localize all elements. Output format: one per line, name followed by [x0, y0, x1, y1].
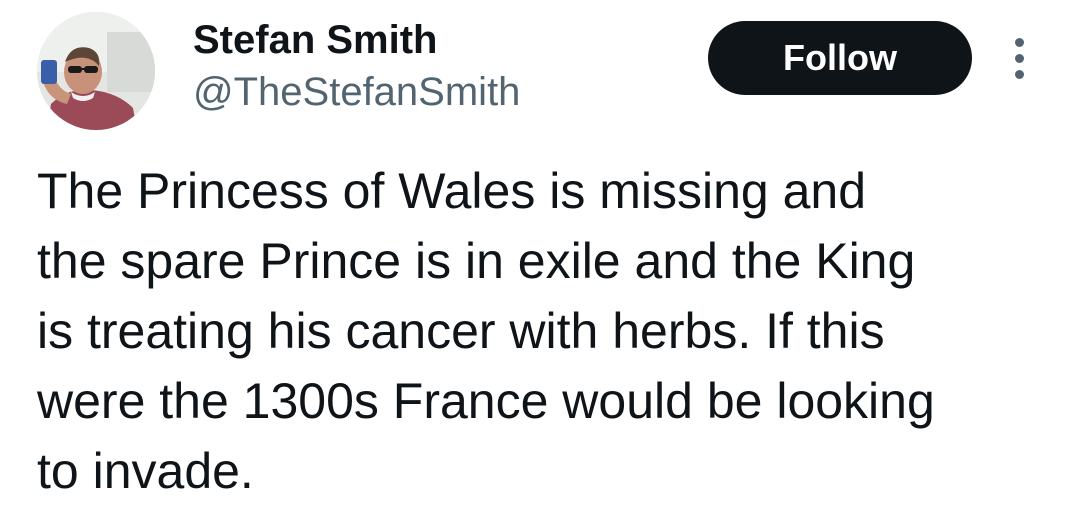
tweet-text-line: to invade.: [37, 443, 254, 499]
tweet-text: The Princess of Wales is missing and the…: [37, 156, 1047, 506]
more-dot: [1015, 38, 1024, 47]
more-dot: [1015, 70, 1024, 79]
tweet-text-line: the spare Prince is in exile and the Kin…: [37, 233, 916, 289]
tweet-card: Stefan Smith @TheStefanSmith Follow The …: [0, 0, 1080, 530]
avatar[interactable]: [37, 12, 155, 130]
tweet-text-line: is treating his cancer with herbs. If th…: [37, 303, 885, 359]
user-handle[interactable]: @TheStefanSmith: [193, 66, 520, 118]
avatar-image: [37, 12, 155, 130]
follow-button[interactable]: Follow: [708, 21, 972, 95]
tweet-text-line: The Princess of Wales is missing and: [37, 163, 867, 219]
display-name[interactable]: Stefan Smith: [193, 14, 437, 66]
tweet-text-line: were the 1300s France would be looking: [37, 373, 935, 429]
more-vertical-icon[interactable]: [1006, 36, 1034, 82]
more-dot: [1015, 54, 1024, 63]
